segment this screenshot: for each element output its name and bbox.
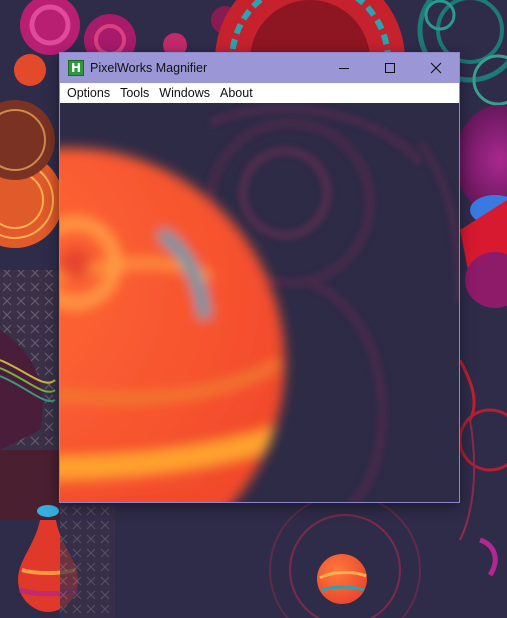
close-icon bbox=[430, 62, 442, 74]
app-icon: H bbox=[68, 60, 84, 76]
title-bar[interactable]: H PixelWorks Magnifier bbox=[60, 53, 459, 83]
magnified-view[interactable] bbox=[60, 103, 459, 502]
menu-tools[interactable]: Tools bbox=[115, 83, 154, 103]
close-button[interactable] bbox=[413, 53, 459, 83]
minimize-icon bbox=[339, 68, 349, 69]
minimize-button[interactable] bbox=[321, 53, 367, 83]
magnified-image bbox=[60, 103, 459, 502]
maximize-button[interactable] bbox=[367, 53, 413, 83]
maximize-icon bbox=[385, 63, 395, 73]
window-title: PixelWorks Magnifier bbox=[90, 61, 208, 75]
menu-bar: Options Tools Windows About bbox=[60, 83, 459, 103]
menu-windows[interactable]: Windows bbox=[154, 83, 215, 103]
menu-about[interactable]: About bbox=[215, 83, 258, 103]
magnifier-window[interactable]: H PixelWorks Magnifier Options Tools Win… bbox=[59, 52, 460, 503]
caption-buttons bbox=[321, 53, 459, 83]
menu-options[interactable]: Options bbox=[62, 83, 115, 103]
